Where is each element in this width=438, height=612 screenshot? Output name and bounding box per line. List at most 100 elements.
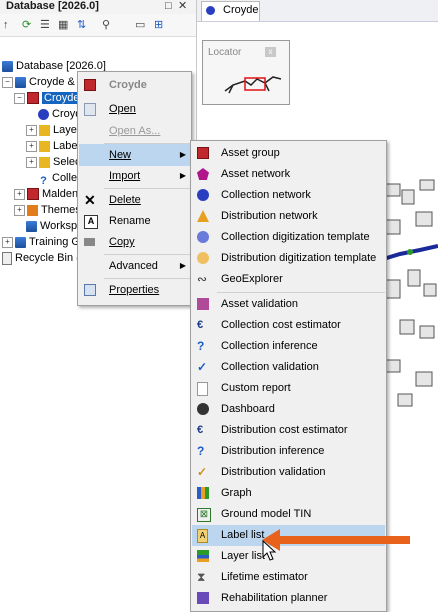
- up-arrow-icon[interactable]: ↑: [3, 18, 9, 32]
- tin-icon: ⊠: [197, 508, 211, 522]
- binoculars-icon[interactable]: ⚲: [102, 18, 110, 32]
- distribution-template-icon: [197, 252, 209, 264]
- menu-item-asset-group[interactable]: Asset group: [192, 143, 385, 164]
- graph-icon: [197, 487, 209, 499]
- rehab-icon: [197, 592, 209, 604]
- geoexplorer-icon: ∾: [197, 272, 208, 286]
- menu-item-advanced[interactable]: Advanced ▶: [79, 255, 190, 277]
- database-icon: [2, 60, 13, 72]
- menu-item-ground-model-tin[interactable]: ⊠ Ground model TIN: [192, 504, 385, 525]
- expand-icon[interactable]: +: [26, 156, 37, 168]
- menu-item-distribution-inference[interactable]: ? Distribution inference: [192, 441, 385, 462]
- menu-item-collection-cost-estimator[interactable]: € Collection cost estimator: [192, 315, 385, 336]
- menu-item-delete[interactable]: ✕ Delete: [79, 189, 190, 211]
- locator-close-button[interactable]: x: [265, 47, 276, 57]
- tree-icon[interactable]: ⊞: [154, 18, 163, 32]
- database-icon: [15, 76, 26, 88]
- dashboard-icon: [197, 403, 209, 415]
- menu-item-distribution-validation[interactable]: ✓ Distribution validation: [192, 462, 385, 483]
- asset-group-icon: [197, 147, 209, 159]
- validation-icon: ✓: [197, 465, 208, 479]
- asset-network-icon: [197, 168, 209, 180]
- context-menu: Croyde Open Open As... New ▶ Import ▶ ✕ …: [77, 71, 192, 306]
- collapse-icon[interactable]: −: [2, 76, 13, 88]
- menu-item-dashboard[interactable]: Dashboard: [192, 399, 385, 420]
- menu-item-lifetime-estimator[interactable]: ⧗ Lifetime estimator: [192, 567, 385, 588]
- expand-icon[interactable]: +: [26, 140, 37, 152]
- workspace-icon: [26, 220, 37, 232]
- locator-title: Locator: [208, 47, 242, 58]
- rename-icon: A: [84, 215, 98, 229]
- expand-icon[interactable]: +: [14, 204, 25, 216]
- menu-item-graph[interactable]: Graph: [192, 483, 385, 504]
- layer-icon: [39, 124, 50, 136]
- validation-icon: ✓: [197, 360, 208, 374]
- recycle-bin-icon: [2, 251, 12, 265]
- menu-item-asset-network[interactable]: Asset network: [192, 164, 385, 185]
- label-icon: [39, 140, 50, 152]
- inference-icon: ?: [197, 339, 205, 353]
- properties-icon: [84, 284, 96, 296]
- cost-estimator-icon: €: [197, 319, 204, 331]
- expand-icon[interactable]: +: [26, 124, 37, 136]
- asset-group-icon: [84, 79, 96, 91]
- menu-item-rehabilitation-planner[interactable]: Rehabilitation planner: [192, 588, 385, 609]
- pin-button[interactable]: □: [165, 0, 172, 12]
- menu-item-new[interactable]: New ▶: [79, 144, 190, 166]
- menu-item-collection-inference[interactable]: ? Collection inference: [192, 336, 385, 357]
- menu-item-collection-validation[interactable]: ✓ Collection validation: [192, 357, 385, 378]
- asset-group-icon: [27, 92, 39, 105]
- collection-template-icon: [197, 231, 209, 243]
- report-icon: [197, 382, 208, 396]
- network-icon: [206, 6, 215, 15]
- asset-group-icon: [27, 188, 39, 201]
- copy-icon: [84, 238, 95, 246]
- lifetime-icon: ⧗: [197, 570, 206, 584]
- menu-separator: [217, 292, 385, 293]
- menu-item-collection-network[interactable]: Collection network: [192, 185, 385, 206]
- delete-icon: ✕: [84, 192, 96, 208]
- collection-network-icon: [197, 189, 209, 201]
- menu-item-distribution-cost-estimator[interactable]: € Distribution cost estimator: [192, 420, 385, 441]
- submenu-arrow-icon: ▶: [179, 261, 186, 270]
- label-list-icon: A: [197, 529, 208, 543]
- distribution-network-icon: [197, 210, 209, 222]
- grid-icon[interactable]: ▦: [58, 18, 68, 32]
- window-icon[interactable]: ▭: [135, 18, 145, 32]
- map-view[interactable]: [380, 150, 438, 410]
- menu-header-croyde: Croyde: [79, 74, 190, 96]
- menu-item-import[interactable]: Import ▶: [79, 165, 190, 187]
- submenu-arrow-icon: ▶: [179, 150, 186, 159]
- menu-item-collection-digitization-template[interactable]: Collection digitization template: [192, 227, 385, 248]
- menu-item-distribution-network[interactable]: Distribution network: [192, 206, 385, 227]
- refresh-icon[interactable]: ⟳: [22, 18, 31, 32]
- list-icon[interactable]: ☰: [40, 18, 50, 32]
- network-icon: [38, 108, 49, 120]
- tab-label: Croyde: [223, 4, 259, 16]
- expand-icon[interactable]: +: [14, 188, 25, 200]
- selection-icon: [39, 156, 50, 168]
- sort-icon[interactable]: ⇅: [77, 18, 86, 32]
- menu-item-open[interactable]: Open: [79, 98, 190, 120]
- submenu-arrow-icon: ▶: [179, 171, 186, 180]
- cost-estimator-icon: €: [197, 424, 204, 436]
- database-icon: [15, 236, 26, 248]
- menu-item-properties[interactable]: Properties: [79, 279, 190, 301]
- menu-item-distribution-digitization-template[interactable]: Distribution digitization template: [192, 248, 385, 269]
- menu-item-copy[interactable]: Copy: [79, 231, 190, 253]
- close-panel-button[interactable]: ✕: [178, 0, 187, 12]
- expand-icon[interactable]: +: [2, 236, 13, 248]
- open-icon: [84, 103, 96, 116]
- collapse-icon[interactable]: −: [14, 92, 25, 104]
- asset-validation-icon: [197, 298, 209, 310]
- menu-item-open-as[interactable]: Open As...: [79, 120, 190, 142]
- menu-item-custom-report[interactable]: Custom report: [192, 378, 385, 399]
- inference-icon: ?: [197, 444, 205, 458]
- mouse-cursor-icon: [262, 540, 277, 561]
- menu-item-geoexplorer[interactable]: ∾ GeoExplorer: [192, 269, 385, 290]
- menu-item-asset-validation[interactable]: Asset validation: [192, 294, 385, 315]
- menu-item-rename[interactable]: A Rename: [79, 210, 190, 232]
- pointer-annotation-arrow: [262, 529, 410, 551]
- panel-title: Database [2026.0]: [6, 0, 99, 12]
- selected-tree-label: Croyde: [42, 92, 82, 104]
